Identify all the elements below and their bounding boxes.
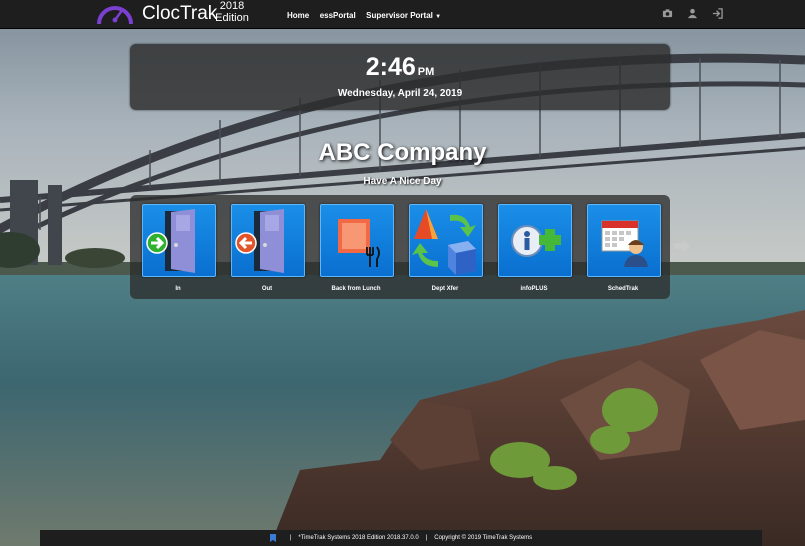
info-plus-icon bbox=[511, 225, 561, 257]
footer-copyright: Copyright © 2019 TimeTrak Systems bbox=[434, 535, 533, 541]
footer-bar: | *TimeTrak Systems 2018 Edition 2018.37… bbox=[40, 530, 762, 546]
schedule-icon bbox=[601, 220, 648, 267]
sign-out-icon[interactable] bbox=[712, 8, 723, 19]
next-page-arrow-icon[interactable] bbox=[673, 238, 691, 254]
in-label[interactable]: In bbox=[133, 286, 223, 292]
nav-link-essportal[interactable]: essPortal bbox=[320, 11, 356, 20]
edition-word: Edition bbox=[215, 12, 249, 24]
nav-link-supervisor-portal[interactable]: Supervisor Portal ▼ bbox=[366, 11, 441, 20]
company-name: ABC Company bbox=[318, 139, 487, 166]
dept-xfer-label[interactable]: Dept Xfer bbox=[400, 286, 490, 292]
out-button[interactable] bbox=[231, 204, 305, 277]
top-navbar: ClocTrak 2018 Edition Home essPortal Sup… bbox=[0, 0, 805, 29]
dept-xfer-button[interactable] bbox=[409, 204, 483, 277]
nav-links: Home essPortal Supervisor Portal ▼ bbox=[287, 5, 447, 23]
clock-panel: 2:46 PM Wednesday, April 24, 2019 bbox=[130, 44, 670, 110]
user-icon[interactable] bbox=[687, 8, 698, 19]
schedtrak-label[interactable]: SchedTrak bbox=[578, 286, 668, 292]
clock-date: Wednesday, April 24, 2019 bbox=[337, 88, 463, 99]
camera-icon[interactable] bbox=[662, 8, 673, 19]
brand-name: ClocTrak bbox=[142, 3, 218, 24]
back-from-lunch-button[interactable] bbox=[320, 204, 394, 277]
supervisor-portal-label: Supervisor Portal bbox=[366, 11, 433, 20]
back-from-lunch-label[interactable]: Back from Lunch bbox=[311, 286, 401, 292]
edition-label: 2018 Edition bbox=[212, 0, 252, 24]
in-button[interactable] bbox=[142, 204, 216, 277]
transfer-icon bbox=[412, 209, 476, 275]
lunch-icon bbox=[338, 219, 380, 267]
out-label[interactable]: Out bbox=[222, 286, 312, 292]
clock-ampm: PM bbox=[417, 66, 435, 78]
schedtrak-button[interactable] bbox=[587, 204, 661, 277]
infoplus-button[interactable] bbox=[498, 204, 572, 277]
nav-icons bbox=[662, 8, 723, 19]
punch-actions-panel: In Out Back from Lunch Dept Xfer infoPLU… bbox=[130, 195, 670, 299]
greeting-message: Have A Nice Day bbox=[363, 176, 442, 187]
gauge-icon bbox=[97, 6, 133, 25]
bookmark-icon[interactable] bbox=[269, 534, 276, 542]
door-out-icon bbox=[235, 209, 284, 273]
footer-version: *TimeTrak Systems 2018 Edition 2018.37.0… bbox=[298, 535, 419, 541]
footer-separator: | bbox=[289, 535, 292, 541]
nav-link-home[interactable]: Home bbox=[287, 11, 309, 20]
clock-time-display: 2:46 PM bbox=[130, 53, 670, 82]
infoplus-label[interactable]: infoPLUS bbox=[489, 286, 579, 292]
door-in-icon bbox=[146, 209, 195, 273]
edition-year: 2018 bbox=[219, 0, 245, 12]
caret-down-icon: ▼ bbox=[435, 14, 442, 20]
footer-separator: | bbox=[425, 535, 428, 541]
clock-time: 2:46 bbox=[365, 53, 416, 81]
